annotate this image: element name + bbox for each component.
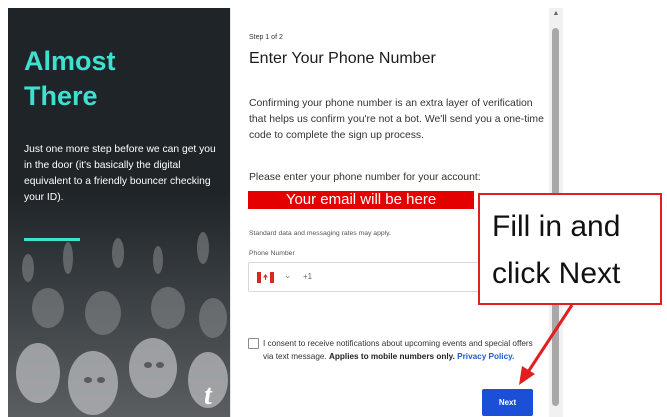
page-title: Enter Your Phone Number — [249, 50, 436, 67]
chevron-down-icon[interactable]: ⌄ — [284, 270, 292, 281]
form-description: Confirming your phone number is an extra… — [249, 98, 544, 141]
privacy-policy-link[interactable]: Privacy Policy. — [457, 352, 514, 361]
consent-text: I consent to receive notifications about… — [263, 337, 539, 363]
scroll-up-icon[interactable]: ▲ — [549, 10, 563, 17]
hero-heading-line2: There — [24, 81, 98, 111]
hero-heading: Almost There — [24, 44, 116, 114]
brand-logo-icon: t — [204, 380, 212, 411]
dial-code[interactable]: +1 — [303, 272, 312, 281]
hero-body-text: Just one more step before we can get you… — [24, 144, 216, 203]
signup-screen: Almost There Just one more step before w… — [0, 0, 667, 417]
phone-prompt: Please enter your phone number for your … — [249, 172, 481, 183]
phone-number-label: Phone Number — [249, 250, 295, 257]
hero-panel: Almost There Just one more step before w… — [8, 8, 230, 417]
rates-note: Standard data and messaging rates may ap… — [249, 230, 391, 237]
next-button[interactable]: Next — [482, 389, 533, 416]
consent-bold-text: Applies to mobile numbers only. — [329, 352, 455, 361]
hero-divider — [24, 238, 80, 241]
hero-heading-line1: Almost — [24, 46, 116, 76]
consent-checkbox[interactable] — [248, 338, 259, 349]
step-indicator: Step 1 of 2 — [249, 34, 283, 41]
email-placeholder-banner: Your email will be here — [248, 191, 474, 209]
callout-text: Fill in and click Next — [492, 210, 621, 290]
canada-flag-icon[interactable] — [257, 272, 274, 283]
annotation-callout: Fill in and click Next — [478, 193, 662, 305]
